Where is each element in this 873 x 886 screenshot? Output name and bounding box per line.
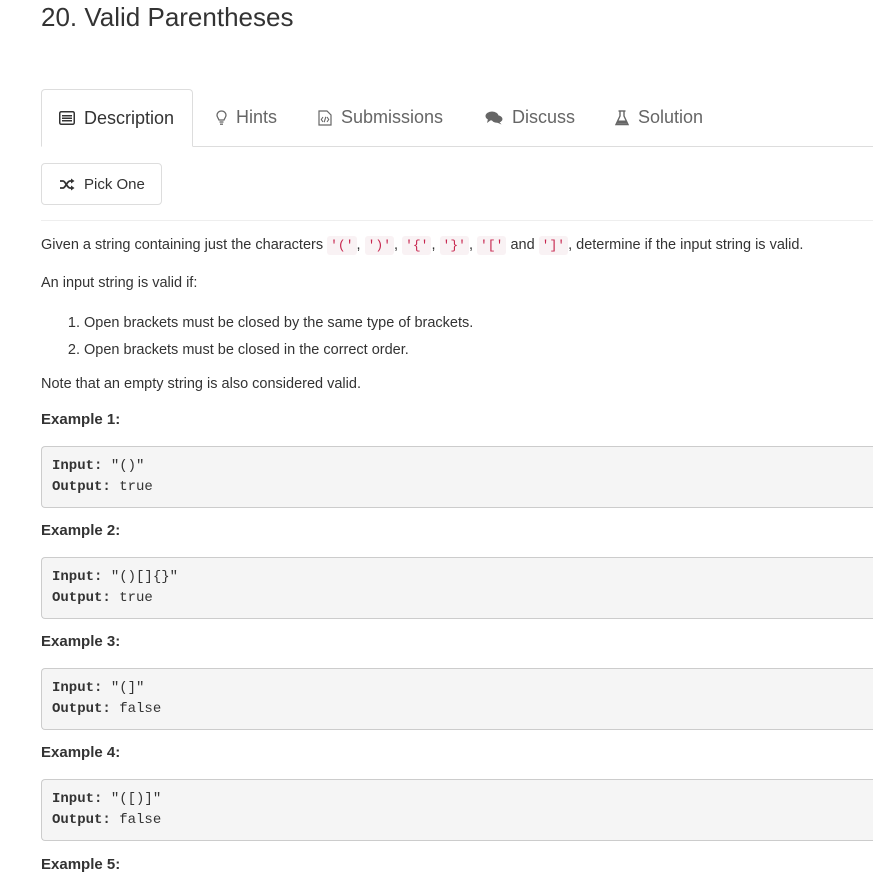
example-output-line: Output: true (52, 588, 873, 609)
output-label: Output: (52, 479, 111, 495)
lightbulb-icon (216, 109, 227, 126)
example-title: Example 1: (41, 411, 121, 428)
output-value: false (110, 812, 162, 828)
output-value: false (110, 701, 162, 717)
page-title: 20. Valid Parentheses (41, 2, 294, 32)
output-value: true (110, 590, 153, 606)
note-text: Note that an empty string is also consid… (41, 376, 361, 392)
tab-solution[interactable]: Solution (615, 89, 703, 146)
example-block: Input: "()[]{}" Output: true (41, 557, 873, 619)
output-label: Output: (52, 812, 111, 828)
example-input-line: Input: "()[]{}" (52, 567, 873, 588)
list-item: Open brackets must be closed in the corr… (84, 337, 473, 364)
output-label: Output: (52, 590, 111, 606)
tab-submissions[interactable]: Submissions (318, 89, 443, 146)
example-title: Example 5: (41, 856, 121, 873)
pick-one-label: Pick One (84, 175, 145, 193)
input-value: "()[]{}" (102, 569, 179, 585)
inline-code: '(' (327, 236, 357, 255)
separator: , (356, 237, 361, 253)
input-value: "()" (102, 458, 145, 474)
divider (41, 220, 873, 221)
intro-suffix: , determine if the input string is valid… (568, 237, 804, 253)
rules-list: Open brackets must be closed by the same… (41, 310, 473, 364)
tab-submissions-label: Submissions (341, 107, 444, 127)
flask-icon (615, 109, 629, 126)
example-output-line: Output: true (52, 477, 873, 498)
example-input-line: Input: "()" (52, 456, 873, 477)
tab-discuss-label: Discuss (512, 107, 576, 127)
tab-discuss[interactable]: Discuss (485, 89, 575, 146)
input-label: Input: (52, 680, 103, 696)
example-title: Example 2: (41, 522, 121, 539)
inline-code: '[' (477, 236, 507, 255)
input-value: "(]" (102, 680, 145, 696)
code-file-icon (318, 109, 332, 126)
tab-description-label: Description (84, 107, 175, 128)
shuffle-icon (59, 178, 75, 191)
input-label: Input: (52, 791, 103, 807)
example-block: Input: "(]" Output: false (41, 668, 873, 730)
and-word: and (510, 237, 535, 253)
example-input-line: Input: "(]" (52, 678, 873, 699)
separator: , (394, 237, 399, 253)
input-label: Input: (52, 569, 103, 585)
example-input-line: Input: "([)]" (52, 789, 873, 810)
tab-description[interactable]: Description (41, 89, 193, 147)
inline-code: ']' (538, 236, 569, 255)
comments-icon (485, 111, 503, 125)
example-output-line: Output: false (52, 699, 873, 720)
output-value: true (110, 479, 153, 495)
input-value: "([)]" (102, 791, 162, 807)
separator: , (431, 237, 436, 253)
example-output-line: Output: false (52, 810, 873, 831)
intro-prefix: Given a string containing just the chara… (41, 237, 324, 253)
inline-code: '}' (439, 236, 469, 255)
inline-code: '{' (402, 236, 432, 255)
example-title: Example 3: (41, 633, 121, 650)
intro-paragraph: Given a string containing just the chara… (41, 234, 803, 257)
pick-one-button[interactable]: Pick One (41, 163, 162, 205)
input-label: Input: (52, 458, 103, 474)
separator: , (468, 237, 473, 253)
example-block: Input: "([)]" Output: false (41, 779, 873, 841)
list-item: Open brackets must be closed by the same… (84, 310, 473, 337)
example-title: Example 4: (41, 744, 121, 761)
tab-solution-label: Solution (638, 107, 704, 127)
inline-code: ')' (364, 236, 394, 255)
tab-hints-label: Hints (236, 107, 278, 127)
example-block: Input: "()" Output: true (41, 446, 873, 508)
output-label: Output: (52, 701, 111, 717)
tab-bar: Description Hints Submissions Discuss So… (41, 89, 873, 147)
description-icon (59, 111, 75, 125)
valid-if-text: An input string is valid if: (41, 275, 198, 291)
tab-hints[interactable]: Hints (216, 89, 277, 146)
